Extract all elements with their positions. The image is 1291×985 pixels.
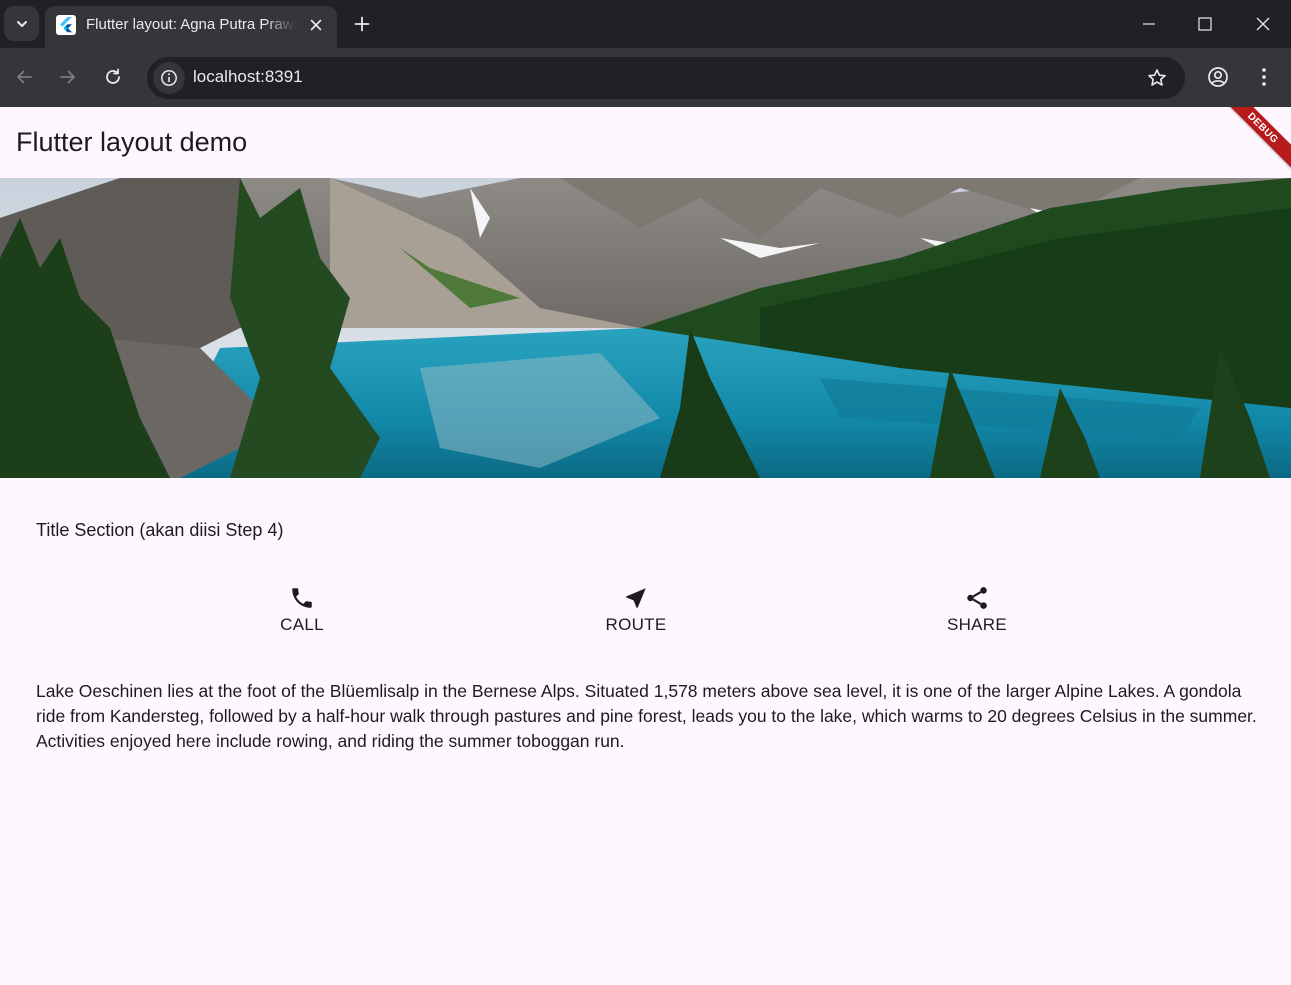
close-icon xyxy=(1256,17,1270,31)
browser-tab-active[interactable]: Flutter layout: Agna Putra Prawira xyxy=(45,6,337,48)
url-text: localhost:8391 xyxy=(193,67,303,86)
flutter-favicon-icon xyxy=(56,15,76,35)
arrow-left-icon xyxy=(17,70,32,84)
account-circle-icon xyxy=(1208,67,1228,87)
route-button[interactable]: ROUTE xyxy=(576,584,696,640)
reload-button[interactable] xyxy=(97,61,129,93)
arrow-right-icon xyxy=(60,70,75,84)
bookmark-button[interactable] xyxy=(1145,66,1169,90)
more-vert-icon xyxy=(1262,68,1266,86)
minimize-button[interactable] xyxy=(1121,0,1177,48)
lake-hero-image xyxy=(0,178,1291,478)
description-text: Lake Oeschinen lies at the foot of the B… xyxy=(36,681,1257,751)
forward-button[interactable] xyxy=(52,61,84,93)
tab-title: Flutter layout: Agna Putra Prawira xyxy=(86,16,296,33)
browser-tab-strip: Flutter layout: Agna Putra Prawira xyxy=(0,0,1291,48)
profile-button[interactable] xyxy=(1202,61,1234,93)
maximize-button[interactable] xyxy=(1177,0,1233,48)
browser-toolbar: localhost:8391 xyxy=(0,48,1291,107)
route-button-label: ROUTE xyxy=(605,615,667,634)
reload-icon xyxy=(106,68,120,84)
phone-icon xyxy=(288,584,316,612)
close-icon xyxy=(310,19,322,31)
info-icon xyxy=(161,70,177,86)
chevron-down-icon xyxy=(16,20,27,27)
title-section-placeholder: Title Section (akan diisi Step 4) xyxy=(36,520,284,540)
call-button-label: CALL xyxy=(280,615,324,634)
app-title: Flutter layout demo xyxy=(16,127,248,157)
call-button[interactable]: CALL xyxy=(242,584,362,640)
share-icon xyxy=(963,584,991,612)
back-button[interactable] xyxy=(8,61,40,93)
menu-button[interactable] xyxy=(1248,61,1280,93)
plus-icon xyxy=(354,16,370,32)
tab-close-button[interactable] xyxy=(305,14,327,36)
new-tab-button[interactable] xyxy=(347,9,377,39)
share-button-label: SHARE xyxy=(946,615,1008,634)
near-me-icon xyxy=(622,584,650,612)
window-close-button[interactable] xyxy=(1235,0,1291,48)
tab-search-button[interactable] xyxy=(4,6,39,41)
site-info-button[interactable] xyxy=(153,62,185,94)
maximize-icon xyxy=(1198,17,1212,31)
star-icon xyxy=(1148,69,1166,86)
address-bar[interactable]: localhost:8391 xyxy=(147,57,1185,99)
share-button[interactable]: SHARE xyxy=(917,584,1037,640)
app-viewport: Flutter layout demo DEBUG Title Section … xyxy=(0,107,1291,985)
app-bar: Flutter layout demo xyxy=(0,107,1291,178)
minimize-icon xyxy=(1143,23,1155,25)
